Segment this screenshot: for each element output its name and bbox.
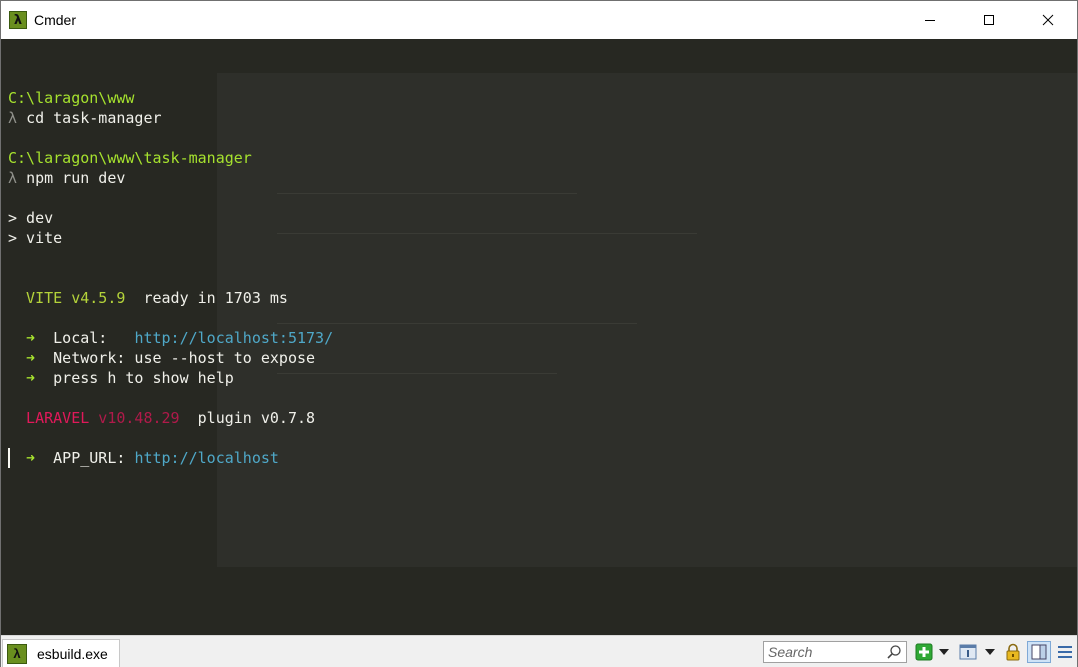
console-window-icon <box>959 644 977 660</box>
terminal-line: ➜ Local: http://localhost:5173/ <box>8 328 333 348</box>
terminal-text: npm run dev <box>26 169 126 187</box>
terminal-line: LARAVEL v10.48.29 plugin v0.7.8 <box>8 408 333 428</box>
terminal-text[interactable]: 5173 <box>288 329 324 347</box>
terminal-text: 1703 <box>224 289 261 307</box>
terminal-output[interactable]: C:\laragon\www λ cd task-manager C:\larago… <box>1 39 1077 635</box>
close-button[interactable] <box>1018 1 1077 39</box>
terminal-text: v10.48.29 <box>89 409 180 427</box>
status-bar: λ esbuild.exe <box>1 635 1077 667</box>
terminal-text: C:\laragon\www\task-manager <box>8 149 252 167</box>
maximize-icon <box>983 15 994 25</box>
terminal-text: to expose <box>224 349 316 367</box>
terminal-text: --host <box>170 349 225 367</box>
terminal-line: λ cd task-manager <box>8 108 333 128</box>
minimize-button[interactable] <box>900 1 959 39</box>
terminal-line: λ npm run dev <box>8 168 333 188</box>
terminal-line: > dev <box>8 208 333 228</box>
search-box[interactable] <box>763 641 907 663</box>
split-view-button[interactable] <box>1027 641 1051 663</box>
cmder-lambda-icon: λ <box>9 11 27 29</box>
terminal-text: ➜ <box>8 369 36 387</box>
switch-console-button[interactable] <box>958 641 978 663</box>
terminal-text: ➜ <box>8 349 36 367</box>
terminal-text: > vite <box>8 229 63 247</box>
terminal-text: λ <box>8 169 27 187</box>
switch-console-dropdown[interactable] <box>982 641 998 663</box>
terminal-text: λ <box>8 109 27 127</box>
terminal-text: ready in <box>125 289 225 307</box>
terminal-text: cd task-manager <box>26 109 162 127</box>
search-input[interactable] <box>768 643 886 661</box>
lock-button[interactable] <box>1003 641 1023 663</box>
maximize-button[interactable] <box>959 1 1018 39</box>
search-icon[interactable] <box>886 644 902 660</box>
terminal-line: VITE v4.5.9 ready in 1703 ms <box>8 288 333 308</box>
terminal-text: Local: <box>35 329 135 347</box>
window-controls <box>900 1 1077 39</box>
close-icon <box>1042 14 1053 26</box>
terminal-text: LARAVEL <box>8 409 90 427</box>
terminal-text: ➜ <box>8 329 36 347</box>
terminal-text: C:\laragon\www <box>8 89 135 107</box>
title-bar[interactable]: λ Cmder <box>1 1 1077 39</box>
terminal-text: VITE v4.5.9 <box>8 289 126 307</box>
terminal-line: C:\laragon\www <box>8 88 333 108</box>
terminal-text: ➜ <box>8 449 36 467</box>
terminal-line: C:\laragon\www\task-manager <box>8 148 333 168</box>
terminal-text: ms <box>260 289 288 307</box>
chevron-down-icon <box>985 649 995 655</box>
lock-icon <box>1006 643 1020 661</box>
terminal-line: ➜ Network: use --host to expose <box>8 348 333 368</box>
window-title: Cmder <box>34 12 77 28</box>
terminal-text[interactable]: http://localhost: <box>134 329 288 347</box>
tab-label: esbuild.exe <box>37 645 108 662</box>
cmder-window: λ Cmder C:\laragon\www λ cd task-manager C… <box>0 0 1078 667</box>
terminal-lines: C:\laragon\www λ cd task-manager C:\larago… <box>8 68 333 468</box>
terminal-text: > dev <box>8 209 54 227</box>
terminal-line: > vite <box>8 228 333 248</box>
text-cursor <box>8 448 10 468</box>
background-overlay <box>217 73 1077 567</box>
terminal-text: v0.7.8 <box>260 409 316 427</box>
chevron-down-icon <box>939 649 949 655</box>
terminal-text[interactable]: / <box>324 329 333 347</box>
menu-button[interactable] <box>1055 641 1075 663</box>
terminal-text: press <box>35 369 108 387</box>
terminal-text: to show help <box>116 369 234 387</box>
terminal-text: Network: use <box>35 349 171 367</box>
terminal-text: APP_URL: <box>35 449 135 467</box>
cmder-lambda-icon: λ <box>7 643 27 664</box>
minimize-icon <box>924 20 935 21</box>
terminal-text[interactable]: http://localhost <box>134 449 279 467</box>
plus-icon <box>915 643 933 661</box>
console-tab[interactable]: λ esbuild.exe <box>2 639 120 667</box>
terminal-line: ➜ press h to show help <box>8 368 333 388</box>
terminal-line: ➜ APP_URL: http://localhost <box>8 448 333 468</box>
split-pane-icon <box>1031 644 1047 660</box>
new-console-button[interactable] <box>914 641 934 663</box>
new-console-dropdown[interactable] <box>936 641 952 663</box>
terminal-text: plugin <box>179 409 261 427</box>
hamburger-menu-icon <box>1058 646 1072 658</box>
